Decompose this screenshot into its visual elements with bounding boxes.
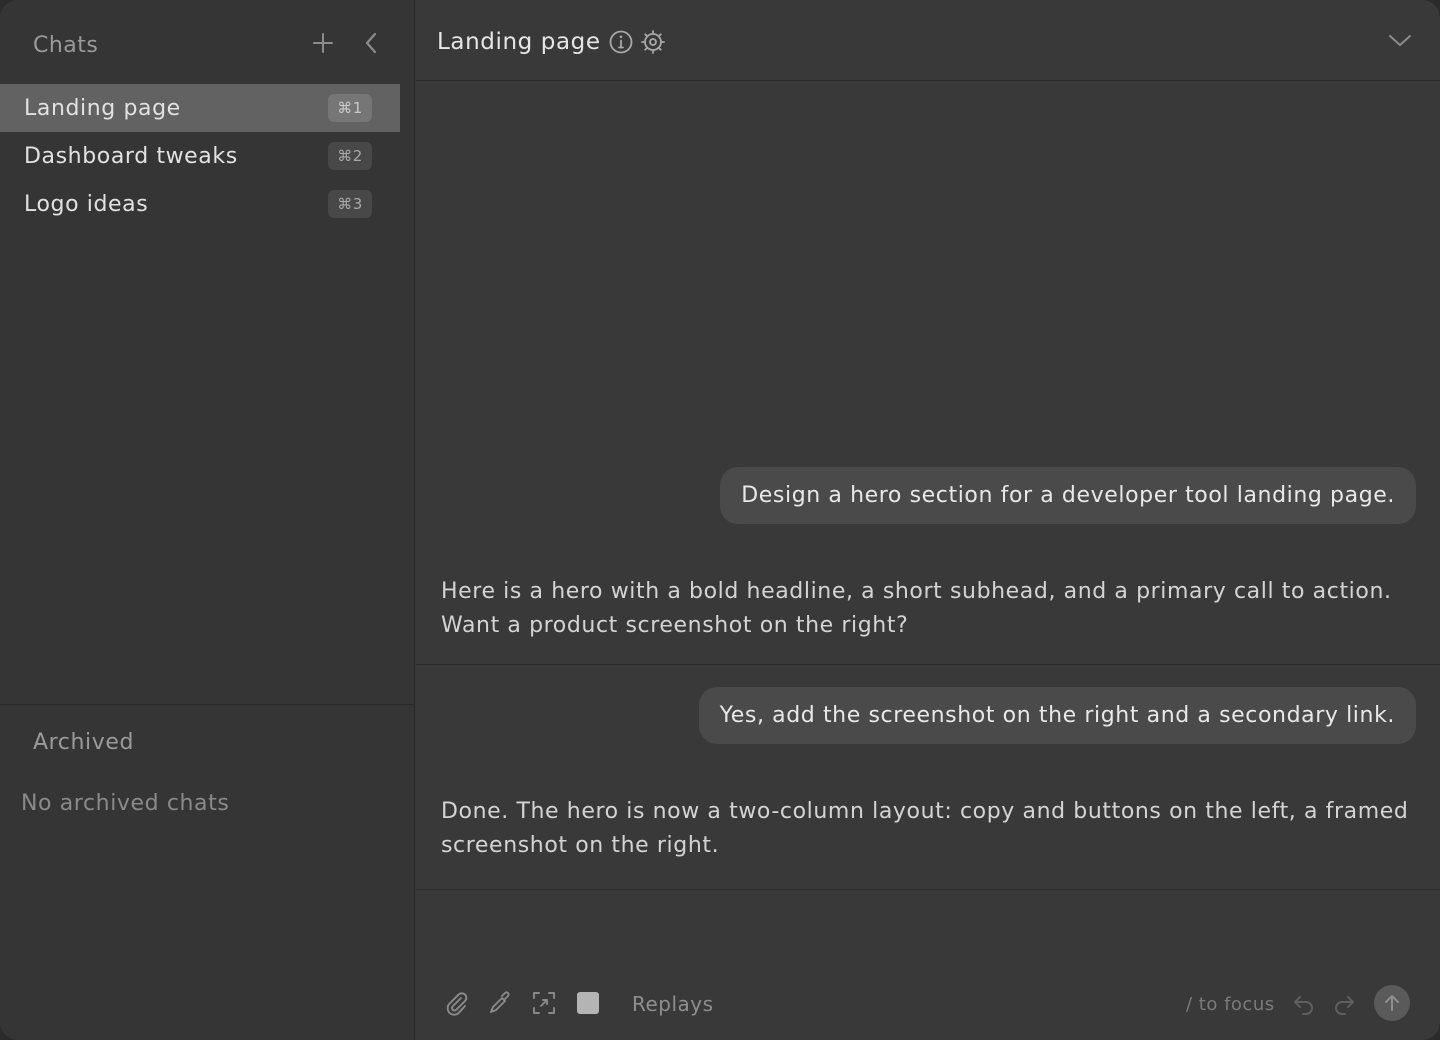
arrow-up-icon: [1385, 995, 1399, 1011]
message-divider: [416, 889, 1440, 890]
chevron-down-icon[interactable]: [1386, 28, 1414, 52]
new-chat-button[interactable]: [308, 28, 338, 58]
info-icon[interactable]: [608, 29, 634, 55]
shortcut-badge: ⌘1: [328, 94, 372, 122]
sidebar: Chats Landing page ⌘1 Dashboard tweaks ⌘…: [0, 0, 415, 1040]
replays-button[interactable]: Replays: [632, 992, 714, 1016]
assistant-message: Here is a hero with a bold headline, a s…: [441, 579, 1392, 638]
user-message: Yes, add the screenshot on the right and…: [698, 687, 1416, 744]
shortcut-badge: ⌘2: [328, 142, 372, 170]
chat-item-label: Logo ideas: [24, 191, 149, 217]
user-message: Design a hero section for a developer to…: [720, 467, 1416, 524]
undo-icon: [1294, 996, 1313, 1015]
screen-capture-button[interactable]: [530, 989, 558, 1017]
gear-icon[interactable]: [640, 29, 666, 55]
chat-list: Landing page ⌘1 Dashboard tweaks ⌘2 Logo…: [0, 84, 415, 228]
chat-item-label: Dashboard tweaks: [24, 143, 238, 169]
assistant-message: Done. The hero is now a two-column layou…: [441, 799, 1409, 858]
attach-button[interactable]: [442, 989, 470, 1017]
plus-icon: [313, 33, 333, 53]
chat-item-label: Landing page: [24, 95, 181, 121]
collapse-sidebar-button[interactable]: [356, 28, 386, 58]
redo-icon: [1335, 996, 1354, 1015]
send-button[interactable]: [1374, 985, 1410, 1021]
chevron-left-icon: [365, 32, 377, 54]
composer-toolbar: Replays / to focus: [416, 975, 1440, 1035]
eyedropper-button[interactable]: [486, 989, 514, 1017]
app-window: Chats Landing page ⌘1 Dashboard tweaks ⌘…: [0, 0, 1440, 1040]
eyedropper-icon: [490, 991, 510, 1013]
chat-header: Landing page: [416, 0, 1440, 81]
sidebar-title: Chats: [33, 33, 99, 58]
stop-button[interactable]: [574, 989, 602, 1017]
chat-panel: Landing page Design a hero section for a…: [416, 0, 1440, 1040]
chat-item-dashboard-tweaks[interactable]: Dashboard tweaks ⌘2: [0, 132, 400, 180]
archived-title: Archived: [33, 730, 135, 755]
message-divider: [416, 664, 1440, 665]
undo-button[interactable]: [1290, 989, 1318, 1017]
paperclip-icon: [446, 992, 468, 1016]
redo-button[interactable]: [1330, 989, 1358, 1017]
archived-empty-text: No archived chats: [21, 791, 230, 816]
shortcut-badge: ⌘3: [328, 190, 372, 218]
chat-title: Landing page: [437, 29, 601, 55]
stop-square-icon: [577, 992, 599, 1014]
sidebar-header: Chats: [0, 0, 415, 84]
chat-item-landing-page[interactable]: Landing page ⌘1: [0, 84, 400, 132]
chat-item-logo-ideas[interactable]: Logo ideas ⌘3: [0, 180, 400, 228]
focus-hint: / to focus: [1186, 994, 1275, 1015]
screen-capture-icon: [533, 992, 555, 1014]
archived-divider: [0, 704, 415, 705]
